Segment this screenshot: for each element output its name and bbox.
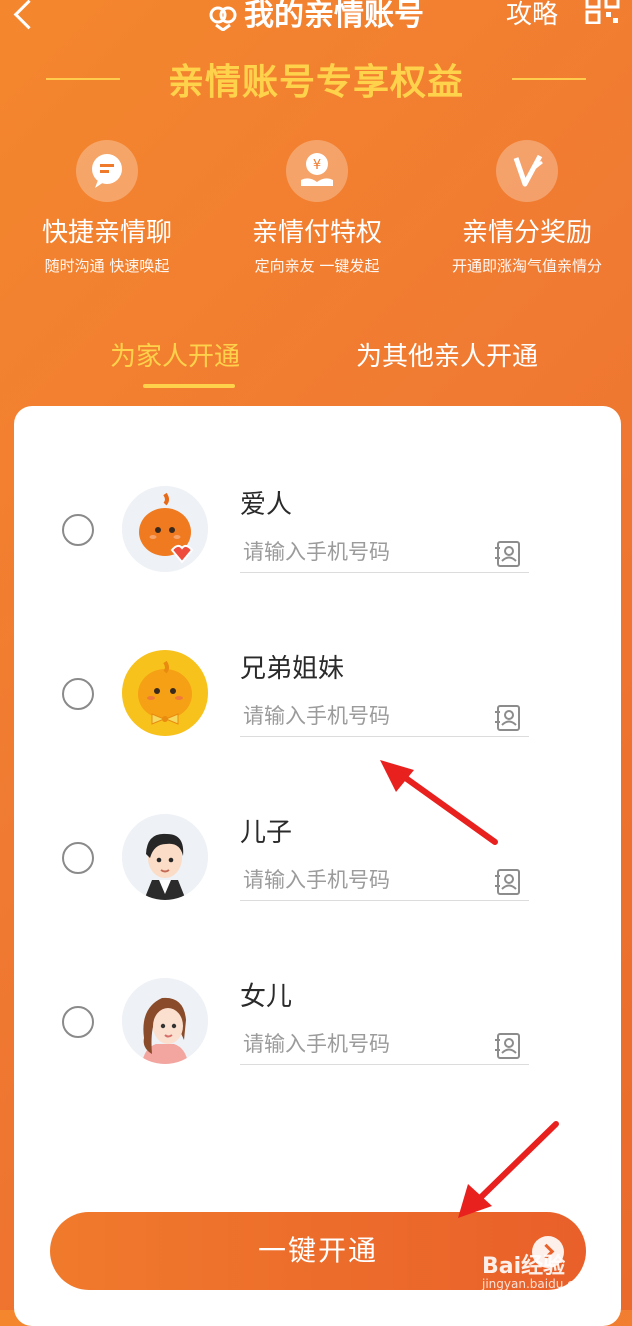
contacts-book-icon[interactable] — [494, 868, 522, 896]
benefit-family-pay: ¥ 亲情付特权 定向亲友 一键发起 — [212, 140, 422, 276]
active-tab-indicator — [143, 384, 235, 388]
family-list-card: 爱人 兄弟姐妹 — [14, 406, 621, 1326]
strategy-link[interactable]: 攻略 — [506, 0, 558, 31]
benefit-subtitle: 开通即涨淘气值亲情分 — [451, 257, 602, 275]
watermark-url: jingyan.baidu.com — [482, 1277, 593, 1291]
select-radio[interactable] — [62, 678, 94, 710]
svg-text:¥: ¥ — [313, 158, 321, 173]
list-item-daughter: 女儿 — [14, 954, 621, 1074]
benefit-title: 亲情分奖励 — [461, 218, 592, 248]
select-radio[interactable] — [62, 1006, 94, 1038]
benefit-quick-chat: 快捷亲情聊 随时沟通 快速唤起 — [2, 140, 212, 276]
v-badge-icon — [496, 140, 558, 202]
phone-input[interactable] — [240, 860, 529, 901]
benefit-title: 亲情付特权 — [251, 218, 382, 248]
select-radio[interactable] — [62, 842, 94, 874]
contacts-book-icon[interactable] — [494, 1032, 522, 1060]
list-item-siblings: 兄弟姐妹 — [14, 626, 621, 746]
benefits-banner: 亲情账号专享权益 — [0, 50, 632, 106]
top-bar: 我的亲情账号 攻略 — [0, 0, 632, 40]
benefit-family-score: 亲情分奖励 开通即涨淘气值亲情分 — [422, 140, 632, 276]
tab-family[interactable]: 为家人开通 — [110, 336, 240, 373]
boy-avatar — [122, 814, 208, 900]
benefit-title: 快捷亲情聊 — [41, 218, 172, 248]
mascot-bowtie-avatar — [122, 650, 208, 736]
contacts-book-icon[interactable] — [494, 704, 522, 732]
phone-input[interactable] — [240, 532, 529, 573]
yuan-hand-icon: ¥ — [286, 140, 348, 202]
list-item-son: 儿子 — [14, 790, 621, 910]
select-radio[interactable] — [62, 514, 94, 546]
tab-other-relatives[interactable]: 为其他亲人开通 — [356, 336, 538, 373]
mascot-heart-avatar — [122, 486, 208, 572]
contacts-book-icon[interactable] — [494, 540, 522, 568]
family-icon — [209, 6, 237, 31]
relation-label: 爱人 — [240, 490, 293, 520]
watermark-brand: Bai经验 — [482, 1254, 566, 1279]
benefit-subtitle: 随时沟通 快速唤起 — [44, 257, 170, 275]
relation-label: 兄弟姐妹 — [240, 654, 345, 684]
watermark: Bai经验 jingyan.baidu.com — [482, 1248, 593, 1291]
chat-bubble-icon — [76, 140, 138, 202]
relation-label: 女儿 — [240, 982, 293, 1012]
relation-label: 儿子 — [240, 818, 293, 848]
qr-code-icon[interactable] — [584, 0, 622, 24]
phone-input[interactable] — [240, 1024, 529, 1065]
girl-avatar — [122, 978, 208, 1064]
benefit-subtitle: 定向亲友 一键发起 — [254, 257, 380, 275]
list-item-spouse: 爱人 — [14, 462, 621, 582]
page-title-text: 我的亲情账号 — [244, 0, 424, 33]
phone-input[interactable] — [240, 696, 529, 737]
banner-divider-right — [512, 78, 586, 80]
